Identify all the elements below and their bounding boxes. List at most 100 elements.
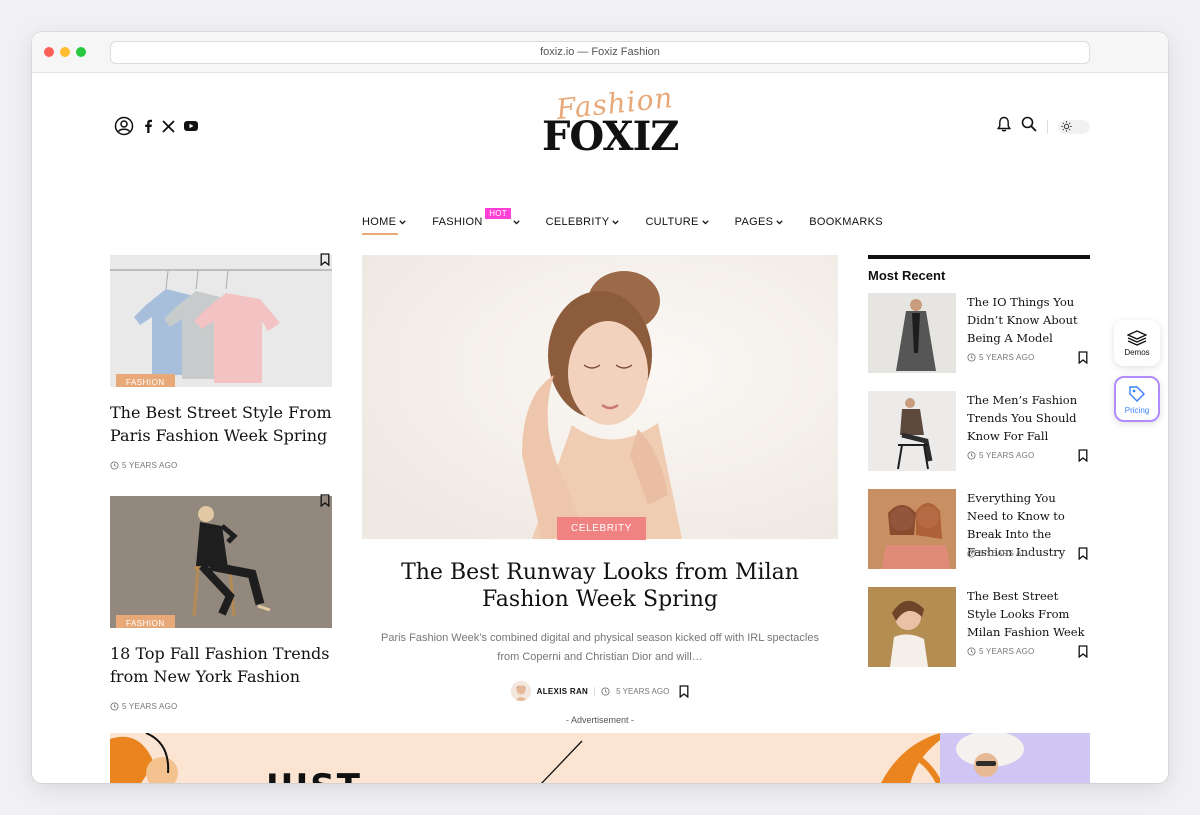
pricing-label: Pricing (1124, 405, 1150, 415)
widget-top-bar (868, 255, 1090, 259)
address-bar[interactable]: foxiz.io — Foxiz Fashion (110, 41, 1090, 64)
featured-excerpt: Paris Fashion Week’s combined digital an… (381, 632, 819, 663)
featured-title[interactable]: The Best Runway Looks from Milan Fashion… (362, 559, 838, 613)
minimize-window-button[interactable] (60, 47, 70, 57)
nav-pages[interactable]: PAGES (735, 216, 784, 228)
browser-titlebar: foxiz.io — Foxiz Fashion (32, 32, 1168, 73)
browser-window: foxiz.io — Foxiz Fashion Fashion FOXIZ H… (32, 32, 1168, 783)
bookmark-icon[interactable] (1078, 449, 1088, 462)
author-avatar[interactable] (510, 681, 531, 701)
bookmark-icon[interactable] (1078, 645, 1088, 658)
post-title[interactable]: The Best Street Style From Paris Fashion… (110, 401, 332, 447)
clock-icon (967, 353, 976, 362)
clock-icon (967, 647, 976, 656)
bookmark-icon[interactable] (1078, 351, 1088, 364)
user-icon[interactable] (114, 116, 134, 136)
price-tag-icon (1129, 385, 1145, 402)
post-time: 5 YEARS AGO (979, 647, 1035, 656)
featured-image[interactable] (362, 255, 838, 539)
post-meta: 5 YEARS AGO (110, 494, 332, 711)
nav-culture[interactable]: CULTURE (645, 216, 709, 228)
post-time: 5 YEARS AGO (979, 353, 1035, 362)
nav-home[interactable]: HOME (362, 216, 406, 235)
category-tag[interactable]: CELEBRITY (557, 517, 646, 540)
post-time: 5 YEARS AGO (122, 702, 178, 711)
featured-post[interactable]: CELEBRITY The Best Runway Looks from Mil… (362, 255, 838, 701)
ad-headline: JUST (266, 767, 362, 783)
nav-bookmarks[interactable]: BOOKMARKS (809, 216, 883, 228)
featured-meta: ALEXIS RAN 5 YEARS AGO (362, 681, 838, 701)
post-title[interactable]: 18 Top Fall Fashion Trends from New York… (110, 642, 332, 688)
post-meta: 5 YEARS AGO (110, 253, 332, 470)
post-meta: 5 YEARS AGO (967, 647, 1034, 656)
post-time: 5 YEARS AGO (979, 549, 1035, 558)
youtube-icon[interactable] (184, 121, 198, 131)
site-logo[interactable]: Fashion FOXIZ (540, 81, 679, 160)
nav-label: HOME (362, 216, 397, 228)
clock-icon (110, 702, 119, 711)
list-item[interactable]: The Men’s Fashion Trends You Should Know… (868, 391, 1090, 471)
page: Fashion FOXIZ HOME FASHION HOT CELEBRITY… (32, 73, 1168, 783)
post-time: 5 YEARS AGO (122, 461, 178, 470)
nav-label: BOOKMARKS (809, 216, 883, 228)
post-thumbnail-tshirts[interactable]: FASHION (110, 255, 332, 387)
x-twitter-icon[interactable] (162, 119, 175, 133)
demos-button[interactable]: Demos (1114, 320, 1160, 366)
post-card[interactable]: FASHION 18 Top Fall Fashion Trends from … (110, 494, 332, 711)
post-title[interactable]: The Best Street Style Looks From Milan F… (967, 587, 1089, 641)
post-meta: 5 YEARS AGO (967, 549, 1034, 558)
close-window-button[interactable] (44, 47, 54, 57)
post-thumbnail[interactable] (868, 587, 956, 667)
post-time: 5 YEARS AGO (979, 451, 1035, 460)
pricing-button[interactable]: Pricing (1114, 376, 1160, 422)
nav-label: PAGES (734, 216, 774, 228)
author-name[interactable]: ALEXIS RAN (537, 687, 588, 696)
hot-badge: HOT (485, 208, 511, 219)
post-card[interactable]: FASHION The Best Street Style From Paris… (110, 253, 332, 470)
clock-icon (601, 686, 610, 696)
post-title[interactable]: The IO Things You Didn’t Know About Bein… (967, 293, 1089, 347)
sun-icon (1061, 121, 1072, 132)
bookmark-icon[interactable] (679, 684, 689, 698)
post-thumbnail[interactable] (868, 293, 956, 373)
facebook-icon[interactable] (143, 119, 153, 133)
meta-divider (594, 686, 596, 696)
bookmark-icon[interactable] (320, 494, 330, 507)
widget-heading: Most Recent (868, 268, 946, 283)
post-thumbnail[interactable] (868, 489, 956, 569)
clock-icon (967, 549, 976, 558)
nav-label: FASHION (432, 216, 483, 228)
advertisement-banner[interactable]: JUST (110, 733, 1090, 783)
chevron-down-icon (399, 219, 406, 225)
nav-fashion[interactable]: FASHION HOT (432, 208, 520, 228)
bookmark-icon[interactable] (1078, 547, 1088, 560)
demos-label: Demos (1124, 347, 1150, 357)
nav-label: CULTURE (645, 216, 699, 228)
chevron-down-icon (512, 219, 520, 225)
main-nav: HOME FASHION HOT CELEBRITY CULTURE PAGES (362, 208, 909, 235)
chevron-down-icon (776, 219, 783, 225)
chevron-down-icon (702, 219, 709, 225)
post-thumbnail-chair-model[interactable]: FASHION (110, 496, 332, 628)
post-thumbnail[interactable] (868, 391, 956, 471)
layers-icon (1127, 329, 1147, 346)
post-title[interactable]: The Men’s Fashion Trends You Should Know… (967, 391, 1089, 445)
post-meta: 5 YEARS AGO (967, 451, 1034, 460)
chevron-down-icon (612, 219, 620, 225)
bell-icon[interactable] (996, 116, 1012, 137)
bookmark-icon[interactable] (320, 253, 330, 266)
post-time: 5 YEARS AGO (616, 686, 670, 696)
list-item[interactable]: The IO Things You Didn’t Know About Bein… (868, 293, 1090, 373)
post-meta: 5 YEARS AGO (967, 353, 1034, 362)
category-tag[interactable]: FASHION (116, 615, 175, 628)
maximize-window-button[interactable] (76, 47, 86, 57)
search-icon[interactable] (1021, 116, 1037, 137)
most-recent-widget: Most Recent The IO Things You Didn’t Kno… (868, 255, 1090, 667)
list-item[interactable]: The Best Street Style Looks From Milan F… (868, 587, 1090, 667)
category-tag[interactable]: FASHION (116, 374, 175, 387)
header-social (114, 116, 198, 136)
nav-celebrity[interactable]: CELEBRITY (546, 216, 620, 228)
dark-mode-toggle[interactable] (1058, 119, 1090, 134)
list-item[interactable]: Everything You Need to Know to Break Int… (868, 489, 1090, 569)
nav-label: CELEBRITY (545, 216, 610, 228)
